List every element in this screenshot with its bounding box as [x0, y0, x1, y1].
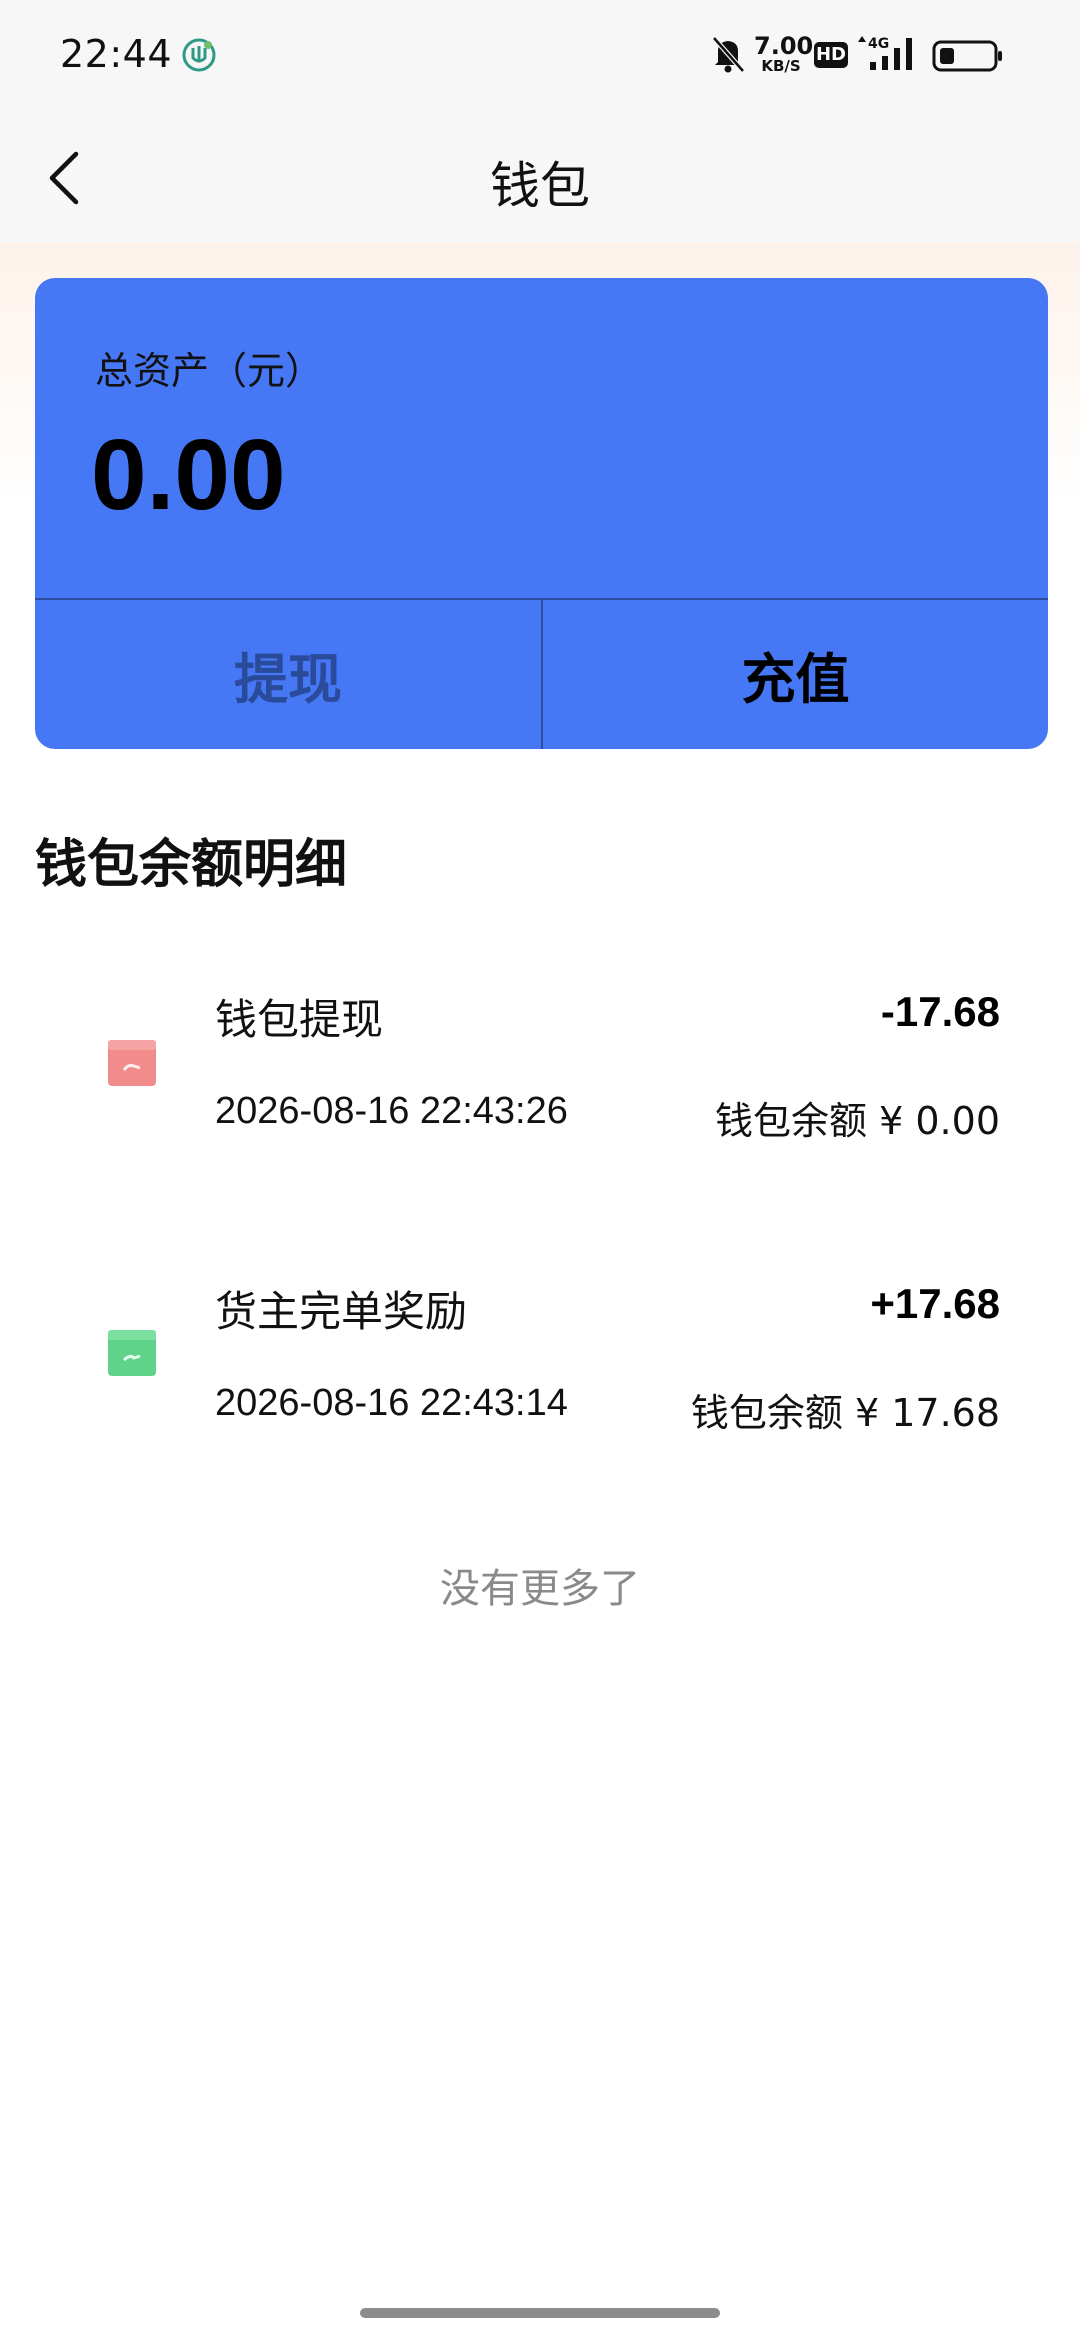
transaction-amount: +17.68: [870, 1280, 1000, 1327]
no-more-indicator: 没有更多了: [440, 1566, 640, 1612]
transaction-time: 2026-08-16 22:43:26: [215, 1090, 568, 1132]
total-assets-value: 0.00: [91, 419, 286, 531]
network-type-label: 4G: [868, 36, 889, 52]
withdraw-icon: [108, 1040, 156, 1086]
transaction-time: 2026-08-16 22:43:14: [215, 1382, 568, 1424]
withdraw-button[interactable]: 提现: [35, 600, 541, 749]
battery-icon: [932, 40, 1002, 72]
nav-bar: 钱包: [0, 110, 1080, 242]
page-title: 钱包: [490, 157, 590, 215]
section-title: 钱包余额明细: [35, 835, 348, 895]
hd-badge: HD: [814, 42, 848, 68]
transaction-item[interactable]: 货主完单奖励 +17.68 2026-08-16 22:43:14 钱包余额 ¥…: [0, 1260, 1080, 1460]
signal-icon: 4G: [858, 36, 912, 70]
reward-icon: [108, 1330, 156, 1376]
transaction-balance: 钱包余额 ¥ 0.00: [715, 1099, 1000, 1143]
network-speed-value: 7.00: [754, 32, 814, 60]
transaction-balance: 钱包余额 ¥ 17.68: [690, 1391, 1000, 1435]
network-speed-unit: KB/S: [761, 57, 801, 75]
transaction-item[interactable]: 钱包提现 -17.68 2026-08-16 22:43:26 钱包余额 ¥ 0…: [0, 968, 1080, 1168]
recharge-button[interactable]: 充值: [543, 600, 1048, 749]
network-speed: 7.00 KB/S: [754, 32, 814, 75]
transaction-title: 钱包提现: [215, 995, 384, 1044]
status-bar: 22:44 7.00 KB/S HD 4G: [0, 0, 1080, 110]
wallet-card: 总资产（元） 0.00 提现 充值: [35, 278, 1048, 749]
total-assets-label: 总资产（元）: [95, 349, 324, 393]
status-time: 22:44: [60, 32, 173, 76]
app-notification-icon: [182, 38, 216, 72]
transaction-amount: -17.68: [880, 988, 1000, 1035]
wallet-page: 22:44 7.00 KB/S HD 4G 钱包 总资产（元） 0.00 提现 …: [0, 0, 1080, 2340]
home-indicator[interactable]: [360, 2308, 720, 2318]
bell-off-icon: [712, 36, 745, 73]
transaction-title: 货主完单奖励: [215, 1287, 468, 1336]
